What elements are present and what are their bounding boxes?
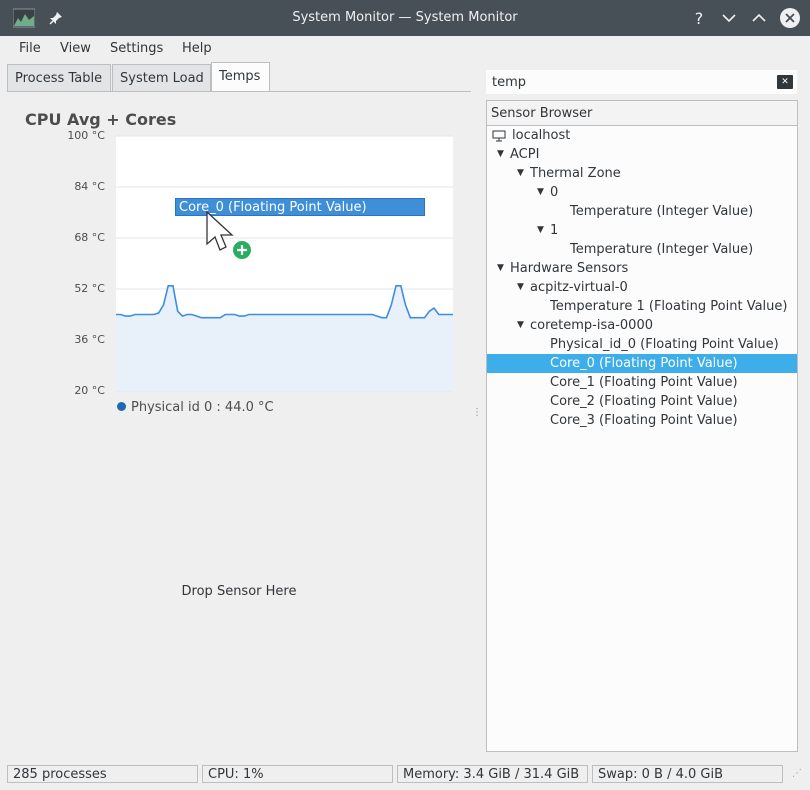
expand-arrow-icon[interactable]: ▼ <box>517 316 524 335</box>
splitter-handle[interactable]: ⋮ <box>472 407 482 418</box>
sensor-tree-label: Core_0 (Floating Point Value) <box>550 356 738 371</box>
sensor-tree-item[interactable]: ▼ acpitz-virtual-0 <box>487 278 797 297</box>
expand-arrow-icon[interactable]: ▼ <box>497 145 504 164</box>
sensor-tree-item[interactable]: Core_0 (Floating Point Value) <box>487 354 797 373</box>
chart-legend: Physical id 0 : 44.0 °C <box>117 400 274 415</box>
sensor-tree-label: ACPI <box>510 147 540 162</box>
sensor-tree-label: acpitz-virtual-0 <box>530 280 628 295</box>
sensor-tree-item[interactable]: ▼ Hardware Sensors <box>487 259 797 278</box>
tab-divider <box>7 91 471 92</box>
sensor-tree-label: Core_1 (Floating Point Value) <box>550 375 738 390</box>
close-icon[interactable] <box>778 6 802 30</box>
minimize-icon[interactable] <box>717 6 741 30</box>
clear-text-icon[interactable]: ✕ <box>777 75 793 89</box>
plot-background <box>116 136 453 391</box>
help-icon[interactable]: ? <box>687 6 711 30</box>
sensor-tree-label: Temperature (Integer Value) <box>570 242 754 257</box>
status-bar: 285 processes CPU: 1% Memory: 3.4 GiB / … <box>0 762 810 786</box>
sensor-tree-item[interactable]: Core_1 (Floating Point Value) <box>487 373 797 392</box>
sensor-tree-label: Hardware Sensors <box>510 261 629 276</box>
panel-title: CPU Avg + Cores <box>25 110 177 129</box>
expand-arrow-icon[interactable]: ▼ <box>497 259 504 278</box>
sensor-tree-item[interactable]: ▼ ACPI <box>487 145 797 164</box>
sensor-tree-item[interactable]: ▼ 1 <box>487 221 797 240</box>
sensor-tree-label: Thermal Zone <box>530 166 621 181</box>
sensor-tree-item[interactable]: Core_2 (Floating Point Value) <box>487 392 797 411</box>
legend-label: Physical id 0 : 44.0 °C <box>131 400 274 415</box>
tab-process-table[interactable]: Process Table <box>7 64 111 92</box>
sensor-tree-label: localhost <box>512 128 571 143</box>
status-swap: Swap: 0 B / 4.0 GiB <box>592 765 783 783</box>
expand-arrow-icon[interactable]: ▼ <box>537 221 544 240</box>
sensor-tree-item[interactable]: Temperature (Integer Value) <box>487 240 797 259</box>
sensor-tree-label: 0 <box>550 185 559 200</box>
menu-view[interactable]: View <box>60 41 91 56</box>
drag-cursor-icon <box>206 210 253 261</box>
y-tick-label: 52 °C <box>74 282 105 295</box>
sensor-tree-item[interactable]: Physical_id_0 (Floating Point Value) <box>487 335 797 354</box>
status-cpu: CPU: 1% <box>202 765 393 783</box>
menu-settings[interactable]: Settings <box>110 41 163 56</box>
expand-arrow-icon[interactable]: ▼ <box>517 278 524 297</box>
menu-help[interactable]: Help <box>182 41 212 56</box>
computer-icon <box>492 130 506 142</box>
maximize-icon[interactable] <box>747 6 771 30</box>
expand-arrow-icon[interactable]: ▼ <box>517 164 524 183</box>
sensor-tree-label: Core_2 (Floating Point Value) <box>550 394 738 409</box>
sensor-browser: Sensor Browser localhost ▼ ACPI ▼ Thermal Zo… <box>486 100 798 752</box>
sensor-tree-label: coretemp-isa-0000 <box>530 318 653 333</box>
legend-dot <box>117 402 126 411</box>
sensor-tree-item[interactable]: Core_3 (Floating Point Value) <box>487 411 797 430</box>
drop-sensor-area[interactable]: Drop Sensor Here <box>0 584 478 599</box>
sensor-tree-label: Core_3 (Floating Point Value) <box>550 413 738 428</box>
sensor-tree-label: Physical_id_0 (Floating Point Value) <box>550 337 779 352</box>
sensor-tree-item[interactable]: localhost <box>487 126 797 145</box>
y-tick-label: 100 °C <box>67 129 105 142</box>
tab-system-load[interactable]: System Load <box>112 64 211 92</box>
menu-file[interactable]: File <box>19 41 41 56</box>
sensor-tree-label: 1 <box>550 223 559 238</box>
y-tick-label: 68 °C <box>74 231 105 244</box>
y-tick-label: 20 °C <box>74 384 105 397</box>
sensor-browser-header: Sensor Browser <box>487 101 797 126</box>
sensor-tree-item[interactable]: ▼ Thermal Zone <box>487 164 797 183</box>
status-processes: 285 processes <box>7 765 198 783</box>
sensor-tree-label: Temperature 1 (Floating Point Value) <box>550 299 788 314</box>
sensor-search-input[interactable]: temp <box>486 70 797 94</box>
sensor-tree-item[interactable]: Temperature 1 (Floating Point Value) <box>487 297 797 316</box>
sensor-tree-item[interactable]: Temperature (Integer Value) <box>487 202 797 221</box>
resize-grip-icon[interactable]: ⋰ <box>792 768 802 779</box>
sensor-tree-item[interactable]: ▼ 0 <box>487 183 797 202</box>
title-bar: System Monitor — System Monitor ? <box>0 0 810 36</box>
expand-arrow-icon[interactable]: ▼ <box>537 183 544 202</box>
status-memory: Memory: 3.4 GiB / 31.4 GiB <box>397 765 588 783</box>
sensor-tree-label: Temperature (Integer Value) <box>570 204 754 219</box>
menu-bar: File View Settings Help <box>0 36 810 62</box>
y-tick-label: 84 °C <box>74 180 105 193</box>
y-tick-label: 36 °C <box>74 333 105 346</box>
tab-temps[interactable]: Temps <box>211 62 270 92</box>
sensor-tree-item[interactable]: ▼ coretemp-isa-0000 <box>487 316 797 335</box>
